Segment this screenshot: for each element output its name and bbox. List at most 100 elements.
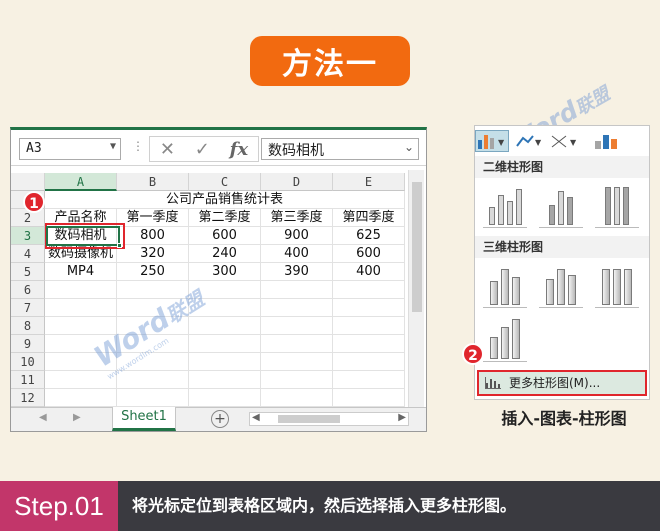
bar-shape	[614, 187, 620, 225]
data-cell[interactable]: 250	[117, 263, 189, 281]
step-label: Step.01	[0, 481, 118, 531]
percent-stacked-column-option[interactable]	[595, 184, 639, 228]
data-cell[interactable]: 600	[333, 245, 405, 263]
bar-shape	[602, 269, 610, 305]
chevron-down-icon[interactable]: ⌄	[404, 140, 414, 154]
add-sheet-icon[interactable]: +	[211, 410, 229, 428]
bar-shape	[623, 187, 629, 225]
row-header-10[interactable]: 10	[11, 353, 45, 371]
formula-buttons: ✕ ✓ fx	[149, 136, 259, 162]
bar-shape	[512, 319, 520, 359]
bar-shape	[546, 279, 554, 305]
chevron-down-icon[interactable]: ▼	[110, 141, 116, 152]
fill-handle[interactable]	[117, 243, 122, 248]
sheet-tab[interactable]: Sheet1	[112, 407, 176, 431]
3d-column-option[interactable]	[483, 318, 527, 362]
menu-path-caption: 插入-图表-柱形图	[501, 409, 627, 428]
insert-function-icon[interactable]: fx	[230, 139, 248, 160]
more-column-charts-option[interactable]: 更多柱形图(M)...	[477, 370, 647, 396]
column-header-c[interactable]: C	[189, 173, 261, 191]
bar-shape	[557, 269, 565, 305]
row-header-12[interactable]: 12	[11, 389, 45, 407]
column-header-d[interactable]: D	[261, 173, 333, 191]
data-cell[interactable]: 625	[333, 227, 405, 245]
active-cell-border	[46, 226, 122, 248]
bar-shape	[501, 327, 509, 359]
prev-sheet-icon[interactable]: ◀	[39, 412, 47, 423]
bar-shape	[490, 281, 498, 305]
combo-chart-button[interactable]	[593, 130, 623, 152]
svg-text:▼: ▼	[535, 138, 542, 147]
header-cell[interactable]: 第四季度	[333, 209, 405, 227]
bar-shape	[512, 277, 520, 305]
select-all-corner[interactable]	[11, 173, 45, 191]
bar-shape	[613, 269, 621, 305]
next-sheet-icon[interactable]: ▶	[73, 412, 81, 423]
column-header-a[interactable]: A	[45, 173, 117, 191]
table-title-cell[interactable]: 公司产品销售统计表	[45, 191, 405, 209]
column-header-e[interactable]: E	[333, 173, 405, 191]
header-cell[interactable]: 第三季度	[261, 209, 333, 227]
row-header-8[interactable]: 8	[11, 317, 45, 335]
3d-clustered-column-option[interactable]	[483, 264, 527, 308]
line-chart-button[interactable]: ▼	[515, 130, 543, 152]
3d-stacked-column-option[interactable]	[539, 264, 583, 308]
column-chart-button[interactable]: ▼	[475, 130, 509, 152]
scroll-thumb[interactable]	[412, 182, 422, 312]
data-cell[interactable]: 800	[117, 227, 189, 245]
data-cell[interactable]: 240	[189, 245, 261, 263]
row-header-3[interactable]: 3	[11, 227, 45, 245]
header-cell[interactable]: 第二季度	[189, 209, 261, 227]
scroll-right-icon[interactable]: ▶	[398, 412, 406, 423]
step-badge-1: 1	[23, 191, 45, 213]
data-cell[interactable]: 320	[117, 245, 189, 263]
enter-icon[interactable]: ✓	[195, 139, 210, 160]
section-3d-title: 三维柱形图	[475, 236, 649, 258]
sheet-tab-bar: ◀ ▶ Sheet1 + ◀ ▶	[11, 407, 426, 431]
column-chart-menu: ▼ ▼ ▼ 二维柱形图 三维柱形图 更多柱形图(M)...	[474, 125, 650, 400]
3d-percent-stacked-column-option[interactable]	[595, 264, 639, 308]
data-cell[interactable]: 600	[189, 227, 261, 245]
row-header-4[interactable]: 4	[11, 245, 45, 263]
formula-input[interactable]: 数码相机 ⌄	[261, 138, 419, 160]
data-cell[interactable]: 400	[261, 245, 333, 263]
stacked-column-option[interactable]	[539, 184, 583, 228]
bar-shape	[490, 337, 498, 359]
combo-chart-icon	[595, 135, 617, 149]
more-options-icon: ⋮	[132, 139, 144, 153]
scroll-thumb[interactable]	[278, 415, 340, 423]
vertical-scrollbar[interactable]	[408, 170, 424, 407]
name-box[interactable]: A3 ▼	[19, 138, 121, 160]
svg-text:▼: ▼	[570, 138, 577, 147]
horizontal-scrollbar[interactable]: ◀ ▶	[249, 412, 409, 426]
row-header-7[interactable]: 7	[11, 299, 45, 317]
line-chart-icon: ▼	[516, 135, 542, 147]
row-header-6[interactable]: 6	[11, 281, 45, 299]
excel-window: A3 ▼ ⋮ ✕ ✓ fx 数码相机 ⌄ A B C D E 1 2 3 4 5…	[10, 127, 427, 432]
data-cell[interactable]: 400	[333, 263, 405, 281]
step-badge-2: 2	[462, 343, 484, 365]
svg-text:▼: ▼	[498, 138, 505, 147]
bar-shape	[605, 187, 611, 225]
scatter-chart-button[interactable]: ▼	[549, 130, 579, 152]
data-cell[interactable]: 390	[261, 263, 333, 281]
row-header-9[interactable]: 9	[11, 335, 45, 353]
data-cell[interactable]: MP4	[45, 263, 117, 281]
bar-shape	[506, 201, 513, 225]
row-header-11[interactable]: 11	[11, 371, 45, 389]
bar-shape	[488, 207, 495, 225]
row-header-5[interactable]: 5	[11, 263, 45, 281]
header-cell[interactable]: 第一季度	[117, 209, 189, 227]
chart-toolbar: ▼ ▼ ▼	[475, 126, 649, 156]
step-instruction: 将光标定位到表格区域内，然后选择插入更多柱形图。	[132, 496, 517, 515]
clustered-column-option[interactable]	[483, 184, 527, 228]
spreadsheet-grid[interactable]: A B C D E 1 2 3 4 5 6 7 8 9 10 11 12 公司产…	[11, 167, 416, 407]
cancel-icon[interactable]: ✕	[160, 139, 175, 160]
data-cell[interactable]: 900	[261, 227, 333, 245]
bar-shape	[558, 191, 564, 225]
formula-bar: A3 ▼ ⋮ ✕ ✓ fx 数码相机 ⌄	[11, 130, 426, 166]
data-cell[interactable]: 300	[189, 263, 261, 281]
bar-shape	[501, 269, 509, 305]
scroll-left-icon[interactable]: ◀	[252, 412, 260, 423]
column-header-b[interactable]: B	[117, 173, 189, 191]
